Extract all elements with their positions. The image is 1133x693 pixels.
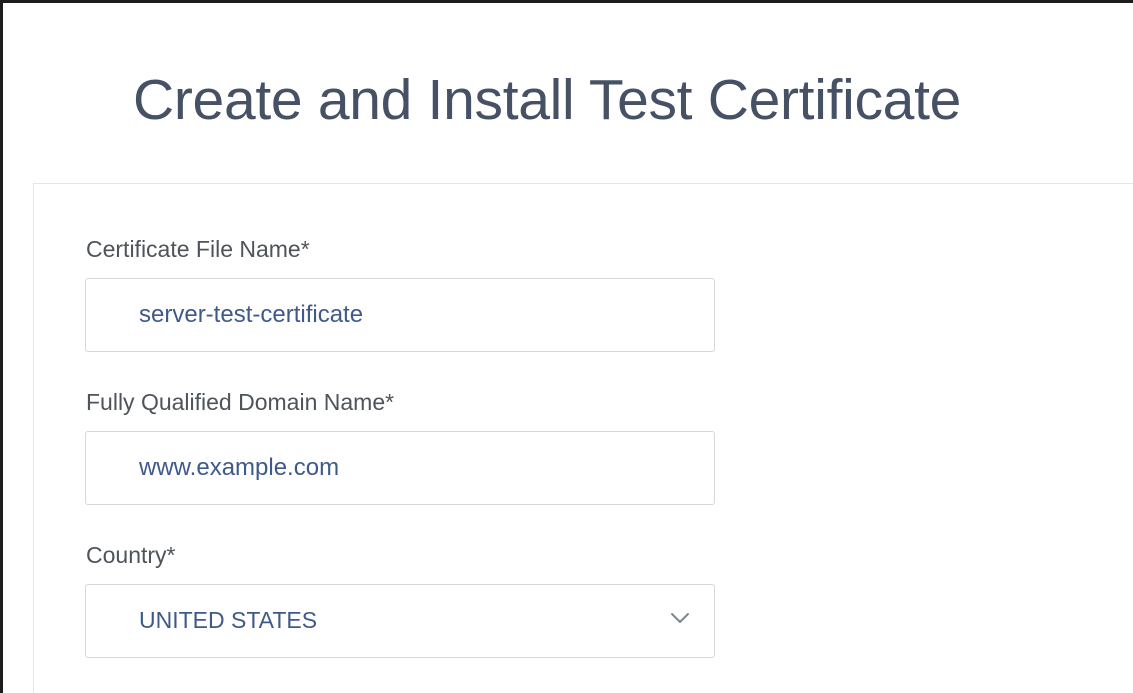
fqdn-label: Fully Qualified Domain Name*: [86, 389, 395, 415]
chevron-down-icon[interactable]: [670, 611, 690, 625]
fqdn-input[interactable]: [85, 431, 715, 505]
country-label: Country*: [86, 542, 176, 568]
certificate-file-name-input[interactable]: [85, 278, 715, 352]
country-select[interactable]: UNITED STATES: [85, 584, 715, 658]
certificate-form: Certificate File Name* Fully Qualified D…: [33, 183, 1133, 693]
country-selected-value: UNITED STATES: [139, 607, 318, 633]
certificate-file-name-label: Certificate File Name*: [86, 236, 310, 262]
page-title: Create and Install Test Certificate: [133, 68, 962, 132]
